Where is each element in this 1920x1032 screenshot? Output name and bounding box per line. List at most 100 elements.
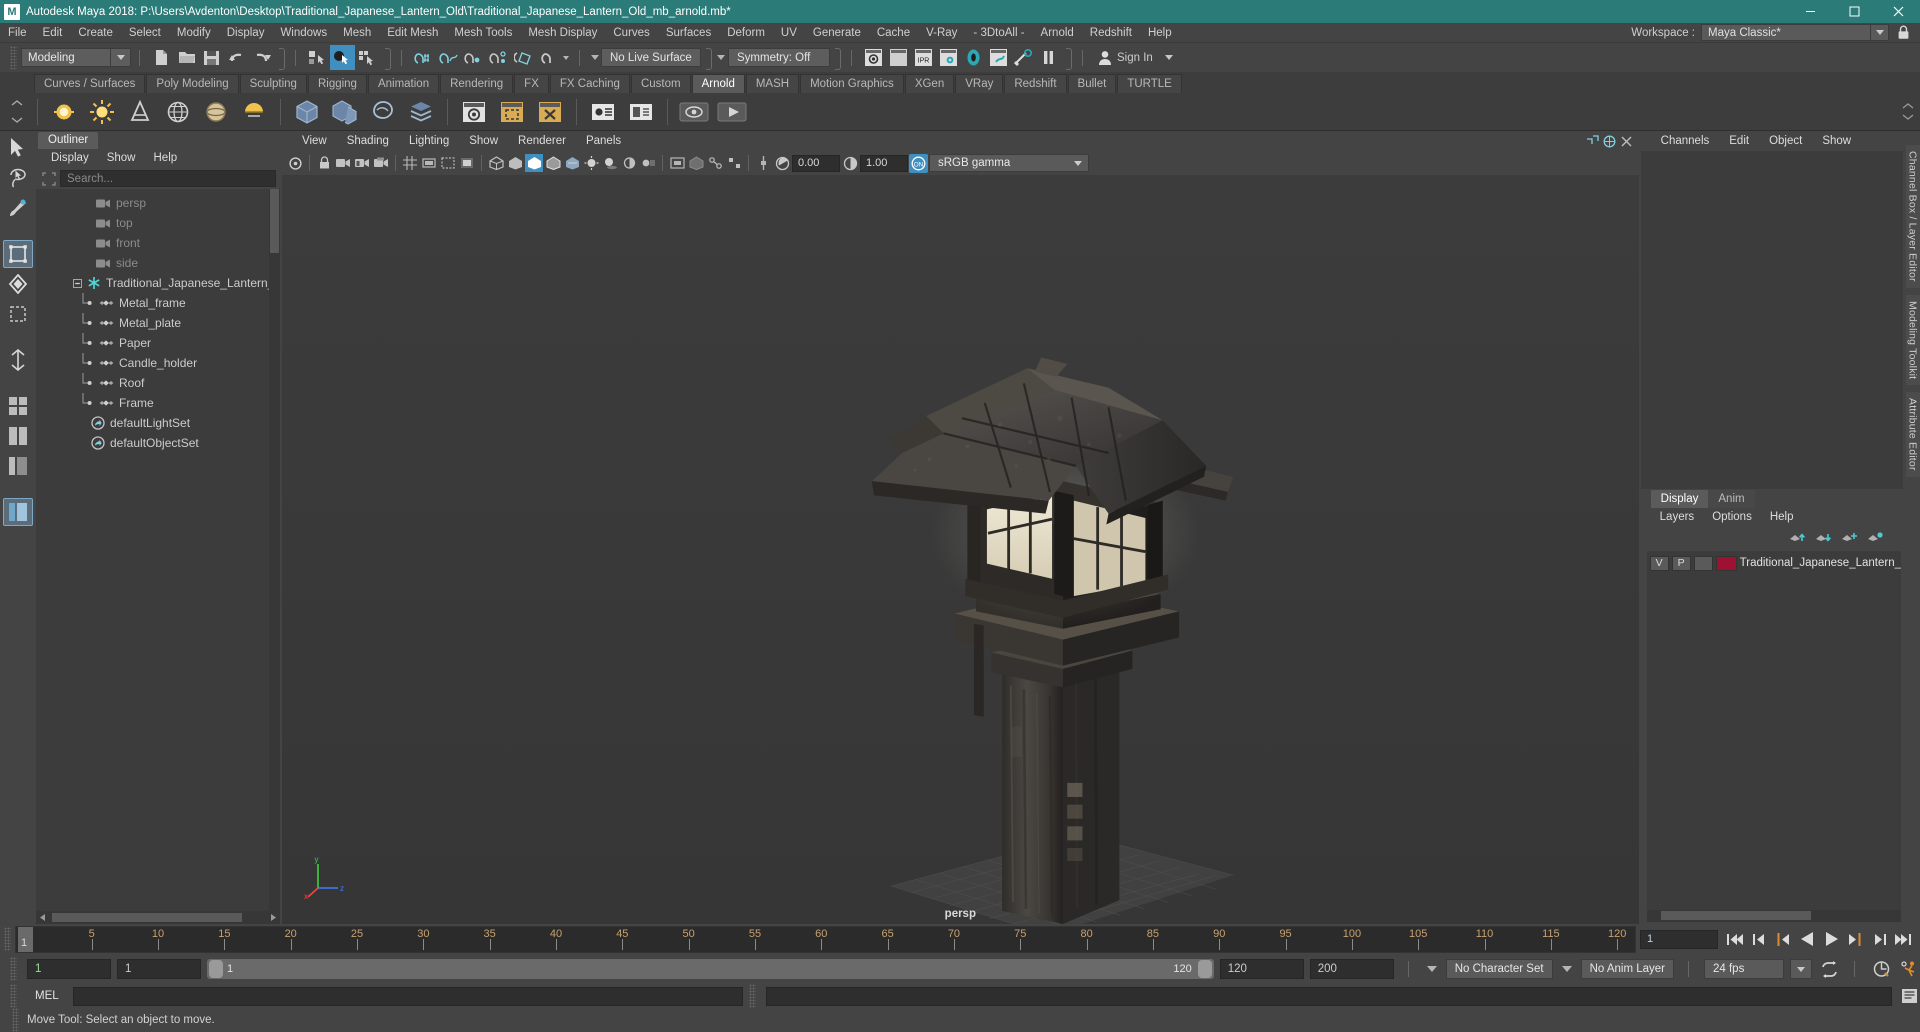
exposure-icon[interactable]: [773, 154, 791, 172]
playback-speed-chevron-down-icon[interactable]: [1790, 959, 1812, 979]
outliner-item-default-light-set[interactable]: defaultLightSet: [36, 413, 280, 433]
outliner-item-frame[interactable]: Frame: [36, 393, 280, 413]
outliner-tab[interactable]: Outliner: [38, 132, 99, 149]
helpline-drag-handle[interactable]: [12, 1008, 19, 1032]
step-forward-key-button[interactable]: [1868, 928, 1890, 950]
range-bar-left-handle[interactable]: [209, 960, 223, 978]
shelf-tab-bullet[interactable]: Bullet: [1067, 74, 1117, 93]
outliner-tree[interactable]: persp top front side Traditional_Japanes…: [36, 189, 280, 911]
viewport-menu-show[interactable]: Show: [459, 131, 508, 151]
menu-surfaces[interactable]: Surfaces: [658, 23, 719, 43]
play-forwards-button[interactable]: [1820, 928, 1842, 950]
shelf-tab-curves-surfaces[interactable]: Curves / Surfaces: [34, 74, 146, 93]
ipr-render-icon[interactable]: IPR: [911, 45, 936, 70]
animation-end-field[interactable]: 200: [1309, 959, 1394, 979]
arnold-mesh-light-icon[interactable]: [200, 96, 232, 128]
move-tool-icon[interactable]: [3, 240, 33, 268]
arnold-standin-icon[interactable]: [291, 96, 323, 128]
lasso-tool-icon[interactable]: [3, 164, 33, 192]
shelf-tab-animation[interactable]: Animation: [367, 74, 440, 93]
workspace-chevron-down-icon[interactable]: [1871, 24, 1889, 41]
commandline-drag-handle[interactable]: [10, 984, 17, 1008]
layer-tab-display[interactable]: Display: [1650, 489, 1709, 508]
new-layer-icon[interactable]: [1841, 531, 1857, 544]
snap-projected-center-icon[interactable]: [486, 45, 511, 70]
arnold-stack-icon[interactable]: [405, 96, 437, 128]
move-layer-up-icon[interactable]: [1789, 531, 1805, 544]
select-camera-icon[interactable]: [286, 154, 304, 172]
playback-loop-icon[interactable]: [1818, 958, 1840, 980]
range-end-field[interactable]: 120: [1219, 959, 1304, 979]
outliner-item-default-object-set[interactable]: defaultObjectSet: [36, 433, 280, 453]
auto-keyframe-toggle-icon[interactable]: [1870, 958, 1892, 980]
hypershade-icon[interactable]: [961, 45, 986, 70]
script-editor-icon[interactable]: [1898, 986, 1920, 1006]
minimize-button[interactable]: [1788, 0, 1832, 23]
new-scene-button[interactable]: [149, 45, 174, 70]
outliner-item-lantern-group[interactable]: Traditional_Japanese_Lantern_Old_ncl1_1: [36, 273, 280, 293]
menu-create[interactable]: Create: [70, 23, 121, 43]
new-layer-from-selected-icon[interactable]: [1867, 531, 1883, 544]
scroll-left-icon[interactable]: [36, 911, 49, 924]
camera-bookmark-icon[interactable]: [353, 154, 371, 172]
gamma-icon[interactable]: [841, 154, 859, 172]
range-start-field[interactable]: 1: [117, 959, 201, 979]
symmetry-field[interactable]: Symmetry: Off: [728, 48, 830, 67]
outliner-menu-show[interactable]: Show: [98, 149, 145, 168]
menu-curves[interactable]: Curves: [605, 23, 657, 43]
panel-tear-off-icon[interactable]: [1586, 134, 1599, 148]
menu-vray[interactable]: V-Ray: [918, 23, 965, 43]
shelf-tab-mash[interactable]: MASH: [745, 74, 800, 93]
layer-color-swatch[interactable]: [1715, 555, 1737, 571]
shade-wireframe-icon[interactable]: [544, 154, 562, 172]
character-set-field[interactable]: No Character Set: [1445, 959, 1553, 979]
use-lights-icon[interactable]: [582, 154, 600, 172]
rotate-tool-icon[interactable]: [3, 270, 33, 298]
arnold-area-light-icon[interactable]: [48, 96, 80, 128]
animation-start-field[interactable]: 1: [27, 959, 111, 979]
layer-type-toggle[interactable]: [1693, 555, 1713, 571]
anim-layer-chevron-down-icon[interactable]: [1559, 966, 1575, 972]
four-view-layout-icon[interactable]: [3, 392, 33, 420]
shelf-tab-arnold[interactable]: Arnold: [691, 74, 745, 93]
symmetry-chevron-down-icon[interactable]: [714, 55, 728, 60]
outliner-search-input[interactable]: Search...: [60, 170, 276, 187]
go-to-end-button[interactable]: [1892, 928, 1914, 950]
command-language-label[interactable]: MEL: [27, 990, 67, 1002]
viewport-menu-panels[interactable]: Panels: [576, 131, 631, 151]
shelf-tab-rigging[interactable]: Rigging: [307, 74, 367, 93]
viewport-menu-lighting[interactable]: Lighting: [399, 131, 459, 151]
grid-toggle-icon[interactable]: [401, 154, 419, 172]
image-plane-icon[interactable]: [372, 154, 390, 172]
layer-menu-layers[interactable]: Layers: [1651, 508, 1704, 527]
channel-box-content[interactable]: [1640, 151, 1903, 489]
close-button[interactable]: [1876, 0, 1920, 23]
shelf-tab-rendering[interactable]: Rendering: [440, 74, 514, 93]
xray-icon[interactable]: [687, 154, 705, 172]
menu-edit-mesh[interactable]: Edit Mesh: [379, 23, 446, 43]
shelf-scroll-arrows[interactable]: [1902, 103, 1920, 120]
isolate-select-icon[interactable]: [668, 154, 686, 172]
menu-arnold[interactable]: Arnold: [1033, 23, 1082, 43]
shelf-tab-turtle[interactable]: TURTLE: [1117, 74, 1182, 93]
undo-button[interactable]: [224, 45, 249, 70]
layer-tab-anim[interactable]: Anim: [1708, 489, 1755, 508]
render-setup-icon[interactable]: [1011, 45, 1036, 70]
menu-3dtoall[interactable]: - 3DtoAll -: [965, 23, 1032, 43]
vtab-channel-box-layer-editor[interactable]: Channel Box / Layer Editor: [1905, 145, 1920, 288]
shelf-options-handle[interactable]: [4, 95, 30, 129]
time-slider-cursor[interactable]: 1: [18, 926, 33, 952]
arnold-point-light-icon[interactable]: [86, 96, 118, 128]
menu-windows[interactable]: Windows: [272, 23, 335, 43]
statusline-drag-handle[interactable]: [10, 45, 17, 70]
outliner-item-roof[interactable]: Roof: [36, 373, 280, 393]
viewport-menu-view[interactable]: View: [292, 131, 337, 151]
layer-playback-toggle[interactable]: P: [1671, 555, 1691, 571]
outliner-item-top[interactable]: top: [36, 213, 280, 233]
motion-blur-icon[interactable]: [639, 154, 657, 172]
outliner-item-candle-holder[interactable]: Candle_holder: [36, 353, 280, 373]
menu-edit[interactable]: Edit: [35, 23, 71, 43]
menuset-chevron-down-icon[interactable]: [111, 48, 131, 67]
resolution-gate-icon[interactable]: [439, 154, 457, 172]
channelbox-menu-channels[interactable]: Channels: [1651, 131, 1720, 151]
